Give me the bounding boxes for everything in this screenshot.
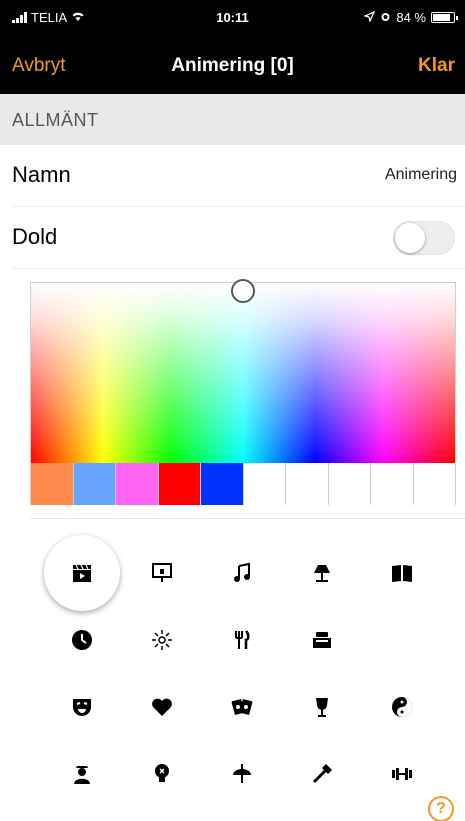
color-spectrum[interactable] xyxy=(31,283,455,463)
battery-percent: 84 % xyxy=(396,10,426,25)
color-swatches xyxy=(31,463,455,505)
color-swatch[interactable] xyxy=(243,463,286,505)
light-bulb-icon[interactable] xyxy=(124,736,200,812)
moon-icon[interactable] xyxy=(364,602,440,678)
color-swatch[interactable] xyxy=(116,463,159,505)
table-lamp-icon[interactable] xyxy=(284,535,360,611)
wine-glass-icon[interactable] xyxy=(284,669,360,745)
color-swatch[interactable] xyxy=(73,463,116,505)
hammer-icon[interactable] xyxy=(284,736,360,812)
name-value[interactable]: Animering xyxy=(385,166,457,184)
film-clapper-icon[interactable] xyxy=(44,535,120,611)
color-swatch[interactable] xyxy=(286,463,329,505)
status-bar: TELIA 10:11 84 % xyxy=(0,0,465,36)
status-right: 84 % xyxy=(363,10,458,25)
done-button[interactable]: Klar xyxy=(418,55,455,77)
bed-icon[interactable] xyxy=(284,602,360,678)
book-icon[interactable] xyxy=(364,535,440,611)
navigation-bar: Avbryt Animering [0] Klar xyxy=(0,36,465,94)
hidden-label: Dold xyxy=(12,224,58,249)
fork-knife-icon[interactable] xyxy=(204,602,280,678)
theater-mask-icon[interactable] xyxy=(44,669,120,745)
color-swatch[interactable] xyxy=(371,463,414,505)
projector-screen-icon[interactable] xyxy=(124,535,200,611)
color-picker xyxy=(30,279,456,505)
alarm-icon xyxy=(380,10,391,25)
color-swatch[interactable] xyxy=(413,463,455,505)
section-header: ALLMÄNT xyxy=(0,94,465,145)
color-picker-handle[interactable] xyxy=(231,279,255,303)
yin-yang-icon[interactable] xyxy=(364,669,440,745)
toggle-knob xyxy=(395,223,425,253)
heart-icon[interactable] xyxy=(124,669,200,745)
color-swatch[interactable] xyxy=(328,463,371,505)
hidden-row: Dold xyxy=(0,207,465,267)
battery-icon xyxy=(431,12,458,23)
dumbbell-icon[interactable] xyxy=(364,736,440,812)
section-header-label: ALLMÄNT xyxy=(12,110,99,130)
page-title: Animering [0] xyxy=(171,55,294,76)
divider xyxy=(30,518,465,519)
ceiling-lamp-icon[interactable] xyxy=(204,736,280,812)
name-label: Namn xyxy=(12,162,71,187)
clock-icon[interactable] xyxy=(44,602,120,678)
sun-icon[interactable] xyxy=(124,602,200,678)
row-separator xyxy=(12,268,465,269)
color-swatch[interactable] xyxy=(31,463,74,505)
color-swatch[interactable] xyxy=(158,463,201,505)
person-icon[interactable] xyxy=(44,736,120,812)
hidden-toggle[interactable] xyxy=(393,221,455,255)
color-swatch[interactable] xyxy=(201,463,244,505)
help-button[interactable]: ? xyxy=(428,796,454,821)
playing-cards-icon[interactable] xyxy=(204,669,280,745)
music-note-icon[interactable] xyxy=(204,535,280,611)
location-icon xyxy=(363,10,376,25)
name-row[interactable]: Namn Animering xyxy=(0,145,465,205)
